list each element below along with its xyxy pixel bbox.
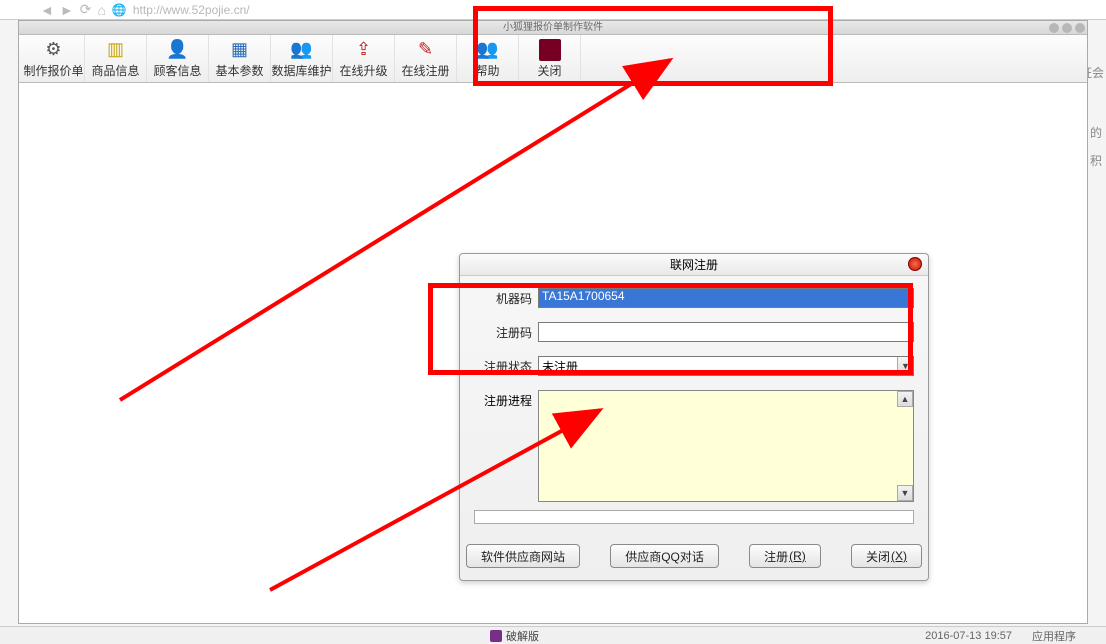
dialog-close-button-bottom[interactable]: 关闭(X) [851,544,922,568]
dialog-titlebar[interactable]: 联网注册 [460,254,928,276]
taskbar-item[interactable]: 破解版 [490,628,539,644]
close-icon [539,39,561,61]
vendor-site-button[interactable]: 软件供应商网站 [466,544,580,568]
reload-icon[interactable]: ⟳ [80,1,92,18]
button-label: 供应商QQ对话 [625,548,704,565]
machine-code-label: 机器码 [474,290,532,307]
forward-arrow-icon[interactable]: ► [60,2,74,18]
db-person-icon: 👥 [291,39,313,61]
toolbar-basic-params[interactable]: ▦ 基本参数 [209,35,271,82]
toolbar-label: 在线升级 [339,62,387,79]
register-icon: ✎ [415,39,437,61]
globe-icon: 🌐 [112,3,127,17]
dialog-button-row: 软件供应商网站 供应商QQ对话 注册(R) 关闭(X) [460,534,928,580]
toolbar-label: 关闭 [537,62,561,79]
window-controls [1049,21,1085,35]
toolbar-label: 帮助 [475,62,499,79]
window-title: 小狐狸报价单制作软件 [503,22,603,33]
main-toolbar: ⚙ 制作报价单 ▥ 商品信息 👤 顾客信息 ▦ 基本参数 👥 数据库维护 ⇪ 在… [19,35,1087,83]
hotkey-label: (X) [891,549,907,563]
app-window: 小狐狸报价单制作软件 ⚙ 制作报价单 ▥ 商品信息 👤 顾客信息 ▦ 基本参数 … [18,20,1088,624]
toolbar-online-register[interactable]: ✎ 在线注册 [395,35,457,82]
vendor-qq-button[interactable]: 供应商QQ对话 [610,544,719,568]
reg-status-label: 注册状态 [474,358,532,375]
maximize-button[interactable] [1062,23,1072,33]
browser-address-bar: ◄ ► ⟳ ⌂ 🌐 http://www.52pojie.cn/ [0,0,1106,20]
reg-status-value: 未注册 [542,358,578,375]
taskbar-fragment: 破解版 2016-07-13 19:57 应用程序 [0,626,1106,644]
progress-label: 注册进程 [474,392,532,409]
taskbar-type: 应用程序 [1032,628,1076,644]
reg-status-select[interactable]: 未注册 ▼ [538,356,914,376]
button-label: 软件供应商网站 [481,548,565,565]
help-icon: 👥 [477,39,499,61]
toolbar-label: 数据库维护 [271,62,331,79]
toolbar-customer-info[interactable]: 👤 顾客信息 [147,35,209,82]
package-icon: ▥ [105,39,127,61]
toolbar-label: 顾客信息 [153,62,201,79]
window-titlebar[interactable]: 小狐狸报价单制作软件 [19,21,1087,35]
upgrade-icon: ⇪ [353,39,375,61]
scroll-up-icon[interactable]: ▲ [897,391,913,407]
workspace: 联网注册 机器码 TA15A1700654 注册码 [19,83,1087,623]
hotkey-label: (R) [789,549,806,563]
person-icon: 👤 [167,39,189,61]
dialog-body: 机器码 TA15A1700654 注册码 注册状态 [460,276,928,534]
toolbar-make-quote[interactable]: ⚙ 制作报价单 [23,35,85,82]
home-icon[interactable]: ⌂ [97,2,105,18]
url-text[interactable]: http://www.52pojie.cn/ [133,3,250,17]
close-window-button[interactable] [1075,23,1085,33]
back-arrow-icon[interactable]: ◄ [40,2,54,18]
machine-code-input[interactable]: TA15A1700654 [538,288,914,308]
dialog-close-button[interactable] [908,257,922,271]
scroll-down-icon[interactable]: ▼ [897,485,913,501]
chevron-down-icon[interactable]: ▼ [897,357,913,375]
reg-code-input[interactable] [538,322,914,342]
bg-text: 的 [1090,124,1102,141]
progress-textarea[interactable]: ▲ ▼ [538,390,914,502]
register-dialog: 联网注册 机器码 TA15A1700654 注册码 [459,253,929,581]
row-machine-code: 机器码 TA15A1700654 [474,288,914,308]
taskbar-datetime: 2016-07-13 19:57 [925,630,1012,642]
bg-text: 积 [1090,152,1102,169]
toolbar-online-upgrade[interactable]: ⇪ 在线升级 [333,35,395,82]
dialog-title-text: 联网注册 [670,258,718,272]
toolbar-product-info[interactable]: ▥ 商品信息 [85,35,147,82]
minimize-button[interactable] [1049,23,1059,33]
taskbar-item-label: 破解版 [506,628,539,644]
row-reg-status: 注册状态 未注册 ▼ [474,356,914,376]
row-progress: 注册进程 ▲ ▼ [474,390,914,502]
gear-icon: ⚙ [43,39,65,61]
button-label: 关闭 [866,548,890,565]
register-button[interactable]: 注册(R) [749,544,821,568]
archive-icon [490,630,502,642]
button-label: 注册 [764,548,788,565]
machine-code-value: TA15A1700654 [542,289,625,303]
progress-status-bar [474,510,914,524]
toolbar-label: 商品信息 [91,62,139,79]
toolbar-close[interactable]: 关闭 [519,35,581,82]
toolbar-label: 在线注册 [401,62,449,79]
toolbar-db-maintain[interactable]: 👥 数据库维护 [271,35,333,82]
toolbar-label: 制作报价单 [23,62,83,79]
toolbar-help[interactable]: 👥 帮助 [457,35,519,82]
row-reg-code: 注册码 [474,322,914,342]
reg-code-label: 注册码 [474,324,532,341]
grid-icon: ▦ [229,39,251,61]
toolbar-label: 基本参数 [215,62,263,79]
